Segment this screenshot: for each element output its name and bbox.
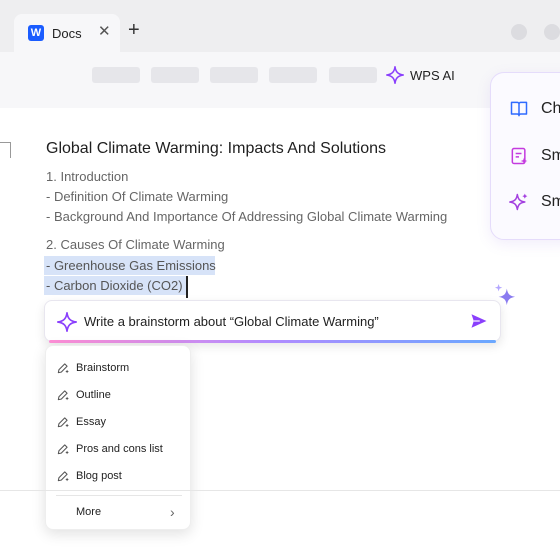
tab-bar: W Docs ✕ + — [0, 0, 560, 52]
sparkle-icon — [509, 193, 528, 211]
panel-item-label: Sm — [541, 147, 560, 164]
page-divider — [0, 490, 560, 491]
toolbar-button[interactable] — [329, 67, 377, 83]
menu-item-label: Blog post — [76, 470, 122, 482]
page-corner-marker — [0, 142, 11, 158]
menu-item-more[interactable]: More › — [46, 500, 192, 524]
pen-sparkle-icon — [57, 363, 69, 374]
menu-item-essay[interactable]: Essay — [46, 410, 192, 434]
document-line-selected[interactable]: - Carbon Dioxide (CO2) — [46, 278, 183, 293]
toolbar: WPS AI — [0, 52, 560, 108]
panel-item-smart-sparkle[interactable]: Sm — [509, 190, 560, 214]
prompt-gradient-bar — [49, 340, 496, 343]
doc-sparkle-icon — [511, 147, 528, 165]
wps-writer-logo: W — [28, 25, 44, 41]
document-line[interactable]: 2. Causes Of Climate Warming — [46, 237, 225, 252]
document-title: Global Climate Warming: Impacts And Solu… — [46, 140, 386, 157]
menu-item-label: Essay — [76, 416, 106, 428]
menu-item-label: Brainstorm — [76, 362, 130, 374]
menu-item-pros-cons[interactable]: Pros and cons list — [46, 437, 192, 461]
pen-sparkle-icon — [57, 471, 69, 482]
tab-docs[interactable]: W Docs ✕ — [14, 14, 120, 52]
panel-item-label: Ch — [541, 100, 560, 117]
sparkle-icon — [57, 312, 77, 332]
toolbar-button[interactable] — [151, 67, 199, 83]
toolbar-button[interactable] — [269, 67, 317, 83]
chevron-right-icon: › — [170, 504, 175, 520]
pen-sparkle-icon — [57, 390, 69, 401]
menu-item-brainstorm[interactable]: Brainstorm — [46, 356, 192, 380]
panel-item-label: Sm — [541, 193, 560, 210]
window-control-icon[interactable] — [544, 24, 560, 40]
new-tab-button[interactable]: + — [128, 20, 140, 40]
menu-item-blog-post[interactable]: Blog post — [46, 464, 192, 488]
menu-item-label: Outline — [76, 389, 111, 401]
panel-item-chat[interactable]: Ch — [509, 97, 560, 121]
toolbar-button[interactable] — [92, 67, 140, 83]
prompt-suggestions-menu: Brainstorm Outline Essay Pros and cons l… — [45, 345, 191, 530]
document-line[interactable]: 1. Introduction — [46, 169, 128, 184]
close-icon[interactable]: ✕ — [98, 24, 111, 40]
send-icon[interactable] — [470, 312, 488, 330]
menu-item-outline[interactable]: Outline — [46, 383, 192, 407]
sparkle-icon — [386, 66, 404, 84]
document-line[interactable]: - Background And Importance Of Addressin… — [46, 209, 447, 224]
document-line[interactable]: - Definition Of Climate Warming — [46, 189, 228, 204]
menu-item-label: More — [76, 506, 102, 518]
tab-title: Docs — [52, 26, 82, 41]
pen-sparkle-icon — [57, 417, 69, 428]
panel-item-smart-doc[interactable]: Sm — [509, 144, 560, 168]
ai-prompt-input[interactable]: Write a brainstorm about “Global Climate… — [84, 314, 379, 329]
menu-divider — [56, 495, 182, 496]
pen-sparkle-icon — [57, 444, 69, 455]
ai-prompt-box[interactable]: Write a brainstorm about “Global Climate… — [44, 300, 501, 343]
text-caret — [186, 276, 188, 298]
wps-ai-button[interactable]: WPS AI — [386, 64, 455, 86]
book-icon — [510, 101, 528, 117]
ai-side-panel: Ch Sm Sm — [490, 72, 560, 240]
wps-ai-label: WPS AI — [410, 67, 455, 83]
document-line-selected[interactable]: - Greenhouse Gas Emissions — [46, 258, 216, 273]
toolbar-button[interactable] — [210, 67, 258, 83]
menu-item-label: Pros and cons list — [76, 443, 163, 455]
window-control-icon[interactable] — [511, 24, 527, 40]
